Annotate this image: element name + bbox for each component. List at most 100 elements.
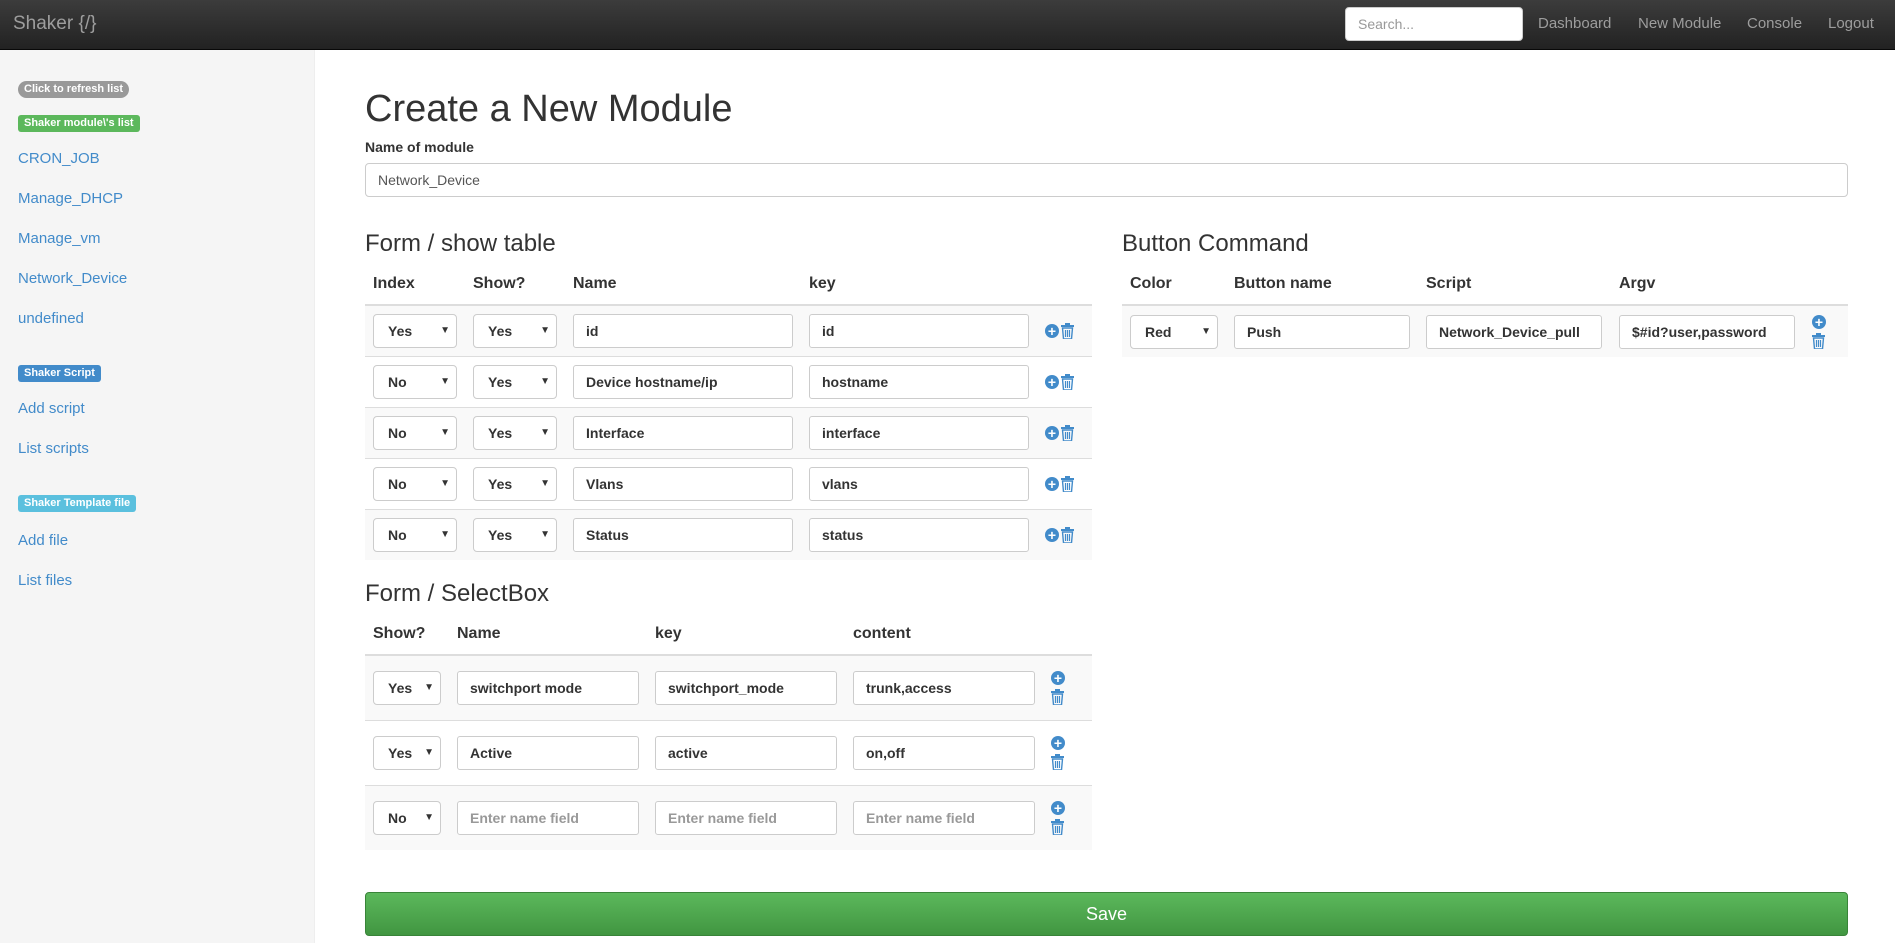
content-field[interactable] <box>853 735 1035 770</box>
search-input[interactable] <box>1345 7 1523 41</box>
caret-down-icon: ▼ <box>540 528 550 540</box>
name-field[interactable] <box>573 466 793 501</box>
brand-logo[interactable]: Shaker {/} <box>13 13 96 35</box>
table-row: Yes ▼ + <box>365 719 1092 785</box>
name-field[interactable] <box>573 415 793 450</box>
caret-down-icon: ▼ <box>540 324 550 336</box>
show-select[interactable]: Yes ▼ <box>373 670 441 705</box>
index-select[interactable]: No ▼ <box>373 364 457 399</box>
add-row-icon[interactable]: + <box>1045 323 1059 338</box>
key-field[interactable] <box>655 670 837 705</box>
sidebar-list-files[interactable]: List files <box>18 572 72 589</box>
add-row-icon[interactable]: + <box>1051 800 1065 815</box>
delete-row-icon[interactable] <box>1061 322 1074 340</box>
delete-row-icon[interactable] <box>1061 526 1074 544</box>
select-value: Red <box>1145 323 1172 340</box>
key-field[interactable] <box>655 735 837 770</box>
module-name-input[interactable] <box>365 163 1848 197</box>
sidebar-module-undefined[interactable]: undefined <box>18 310 84 327</box>
modules-list-label: Shaker module\'s list <box>18 115 140 132</box>
caret-down-icon: ▼ <box>440 477 450 489</box>
selectbox-title: Form / SelectBox <box>365 580 550 607</box>
col-actions <box>1037 263 1092 306</box>
selectbox-table: Show? Name key content Yes ▼ + Yes ▼ + No ▼ + <box>365 613 1092 850</box>
sidebar-module-manage-dhcp[interactable]: Manage_DHCP <box>18 190 123 207</box>
col-button-name: Button name <box>1226 263 1418 306</box>
key-field[interactable] <box>655 800 837 835</box>
select-value: Yes <box>488 526 513 543</box>
button-name-field[interactable] <box>1234 314 1410 349</box>
key-field[interactable] <box>809 313 1029 348</box>
key-field[interactable] <box>809 364 1029 399</box>
add-row-icon[interactable]: + <box>1051 735 1065 750</box>
col-index: Index <box>365 263 465 306</box>
row-actions: + <box>1812 314 1840 350</box>
delete-row-icon[interactable] <box>1051 818 1064 836</box>
select-value: No <box>388 373 407 390</box>
name-field[interactable] <box>457 670 639 705</box>
table-row: Yes ▼ Yes ▼ + <box>365 304 1092 356</box>
delete-row-icon[interactable] <box>1051 688 1064 706</box>
argv-field[interactable] <box>1619 314 1795 349</box>
row-actions: + <box>1051 670 1084 706</box>
save-button[interactable]: Save <box>365 892 1848 936</box>
add-row-icon[interactable]: + <box>1045 425 1059 440</box>
sidebar-add-script[interactable]: Add script <box>18 400 85 417</box>
delete-row-icon[interactable] <box>1061 373 1074 391</box>
show-select[interactable]: Yes ▼ <box>473 313 557 348</box>
col-bc-actions <box>1804 263 1848 306</box>
nav-dashboard[interactable]: Dashboard <box>1538 15 1611 32</box>
content-field[interactable] <box>853 670 1035 705</box>
table-row: No ▼ Yes ▼ + <box>365 355 1092 407</box>
add-row-icon[interactable]: + <box>1051 670 1065 685</box>
name-field[interactable] <box>457 735 639 770</box>
refresh-list-badge[interactable]: Click to refresh list <box>18 81 130 98</box>
index-select[interactable]: No ▼ <box>373 517 457 552</box>
delete-row-icon[interactable] <box>1051 753 1064 771</box>
content-field[interactable] <box>853 800 1035 835</box>
add-row-icon[interactable]: + <box>1045 374 1059 389</box>
color-select[interactable]: Red ▼ <box>1130 314 1218 349</box>
show-select[interactable]: Yes ▼ <box>473 415 557 450</box>
key-field[interactable] <box>809 466 1029 501</box>
show-select[interactable]: Yes ▼ <box>473 517 557 552</box>
nav-new-module[interactable]: New Module <box>1638 15 1721 32</box>
sidebar-list-scripts[interactable]: List scripts <box>18 440 89 457</box>
button-command-table: Color Button name Script Argv Red ▼ + <box>1122 263 1848 357</box>
nav-console[interactable]: Console <box>1747 15 1802 32</box>
sidebar-module-cron-job[interactable]: CRON_JOB <box>18 150 100 167</box>
name-field[interactable] <box>573 313 793 348</box>
sidebar-add-file[interactable]: Add file <box>18 532 68 549</box>
add-row-icon[interactable]: + <box>1045 476 1059 491</box>
index-select[interactable]: No ▼ <box>373 415 457 450</box>
show-select[interactable]: Yes ▼ <box>473 364 557 399</box>
sidebar-module-manage-vm[interactable]: Manage_vm <box>18 230 101 247</box>
table-row: No ▼ Yes ▼ + <box>365 508 1092 560</box>
add-row-icon[interactable]: + <box>1045 527 1059 542</box>
select-value: No <box>388 526 407 543</box>
delete-row-icon[interactable] <box>1061 475 1074 493</box>
name-field[interactable] <box>573 364 793 399</box>
caret-down-icon: ▼ <box>440 324 450 336</box>
show-select[interactable]: Yes ▼ <box>473 466 557 501</box>
nav-logout[interactable]: Logout <box>1828 15 1874 32</box>
delete-row-icon[interactable] <box>1812 332 1825 350</box>
col-key: key <box>801 263 1037 306</box>
script-field[interactable] <box>1426 314 1602 349</box>
index-select[interactable]: No ▼ <box>373 466 457 501</box>
index-select[interactable]: Yes ▼ <box>373 313 457 348</box>
name-field[interactable] <box>573 517 793 552</box>
add-row-icon[interactable]: + <box>1812 314 1826 329</box>
select-value: No <box>388 475 407 492</box>
key-field[interactable] <box>809 517 1029 552</box>
caret-down-icon: ▼ <box>440 375 450 387</box>
key-field[interactable] <box>809 415 1029 450</box>
col-sb-content: content <box>845 613 1043 656</box>
delete-row-icon[interactable] <box>1061 424 1074 442</box>
sidebar-module-network-device[interactable]: Network_Device <box>18 270 127 287</box>
show-select[interactable]: Yes ▼ <box>373 735 441 770</box>
show-select[interactable]: No ▼ <box>373 800 441 835</box>
row-actions: + <box>1045 424 1084 442</box>
col-argv: Argv <box>1611 263 1804 306</box>
name-field[interactable] <box>457 800 639 835</box>
